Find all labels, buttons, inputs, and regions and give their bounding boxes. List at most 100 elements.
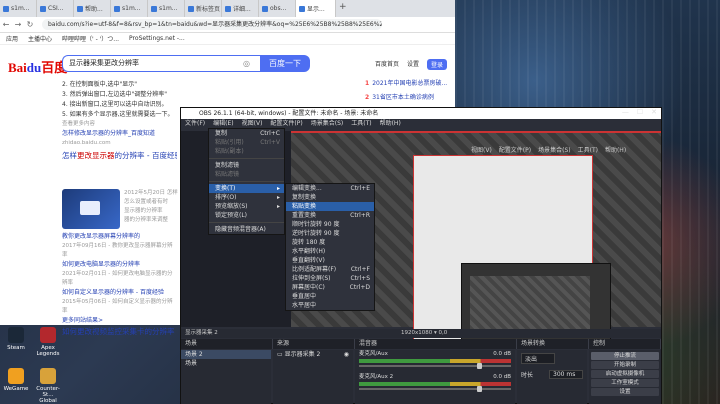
forward-icon[interactable]: → — [12, 20, 24, 29]
steam-icon — [8, 327, 24, 343]
start-recording-button[interactable]: 开始录制 — [591, 361, 659, 369]
search-input[interactable]: 显示器采集更改分辨率 — [62, 55, 260, 72]
camera-icon[interactable]: ◎ — [243, 59, 253, 68]
menu-item[interactable]: 旋转 180 度 — [286, 238, 374, 247]
visibility-icon[interactable]: ◉ — [344, 350, 353, 359]
menu-item[interactable]: 排序(O) ▸ — [209, 193, 284, 202]
result2-thumbnail[interactable] — [62, 189, 120, 229]
more-link[interactable]: 查看更多内容 — [62, 120, 177, 129]
menu-item[interactable]: 隐藏音频混音器(A) — [209, 225, 284, 234]
monitor-icon: ▭ — [277, 351, 285, 358]
menu-item[interactable]: 复制变换 — [286, 193, 374, 202]
sub-result-link[interactable]: 如何自定义显示器的分辨率 - 百度经验 — [62, 288, 177, 298]
back-icon[interactable]: ← — [0, 20, 12, 29]
desktop-icon-apex[interactable]: Apex Legends — [34, 327, 62, 357]
url-input[interactable]: baidu.com/s?ie=utf-8&f=8&rsv_bp=1&tn=bai… — [42, 19, 382, 30]
menu-item[interactable]: 逆时针旋转 90 度 — [286, 229, 374, 238]
obs-menu-item[interactable]: 工具(T) — [351, 119, 371, 129]
transition-select[interactable]: 淡出 — [521, 353, 555, 364]
browser-tab[interactable]: s1m... — [148, 0, 185, 17]
hot-item[interactable]: 2 31省区市本土确诊病例 — [365, 91, 455, 105]
menu-item[interactable]: 屏幕居中(C) Ctrl+D — [286, 283, 374, 292]
menu-item[interactable]: 比例适配屏幕(F) Ctrl+F — [286, 265, 374, 274]
source-item[interactable]: ▭ 显示器采集 2 ◉ — [273, 350, 353, 359]
scene-item[interactable]: 场景 — [181, 359, 271, 368]
settings-button[interactable]: 设置 — [591, 388, 659, 396]
browser-tab[interactable]: 详细... — [222, 0, 259, 17]
menu-item[interactable]: 重置变换 Ctrl+R — [286, 211, 374, 220]
duration-input[interactable]: 300 ms — [549, 370, 583, 379]
bookmarks-bar: 应用 主播中心 哔哩哔哩（' - '）つ... ProSettings.net -..… — [0, 33, 455, 45]
bookmark-item[interactable]: 主播中心 — [28, 34, 52, 43]
audio-mixer: 麦克风/Aux 0.0 dB 麦克风/Aux 2 0.0 dB — [355, 350, 515, 404]
more-results-link[interactable]: 更多同站结果> — [62, 316, 177, 326]
browser-tab[interactable]: 帮助... — [74, 0, 111, 17]
browser-tab[interactable]: 显示... — [296, 0, 336, 17]
bookmark-item[interactable]: 应用 — [6, 34, 18, 43]
settings-link[interactable]: 设置 — [407, 59, 419, 70]
desktop-icon-csgo[interactable]: Counter-St... Global Offe... — [34, 368, 62, 404]
browser-tab[interactable]: 新标签页 — [185, 0, 222, 17]
menu-item[interactable]: 粘贴(副本) — [209, 147, 284, 156]
maximize-icon[interactable]: ☐ — [637, 108, 643, 116]
menu-item[interactable]: 拉伸到全屏(S) Ctrl+S — [286, 274, 374, 283]
browser-tab[interactable]: obs... — [259, 0, 296, 17]
transitions-header: 场景转换 — [517, 339, 589, 349]
result3-title[interactable]: 如何更改视频监控采集卡的分辨率 — [62, 326, 177, 338]
sub-result-link[interactable]: 如何更改电脑显示器的分辨率 — [62, 260, 177, 270]
scene-item[interactable]: 场景 2 — [181, 350, 271, 359]
browser-tab[interactable]: s1m... — [0, 0, 37, 17]
menu-item[interactable]: 粘贴变换 — [286, 202, 374, 211]
menu-item[interactable]: 复制 Ctrl+C — [209, 129, 284, 138]
baidu-logo[interactable]: Baidu百度 — [8, 57, 67, 76]
menu-item[interactable]: 垂直居中 — [286, 292, 374, 301]
new-tab-icon[interactable]: + — [336, 0, 350, 17]
result1-link[interactable]: 怎样修改显示器的分辨率_百度知道 — [62, 129, 177, 139]
sub-result-link[interactable]: 教你更改显示器屏幕分辨率的 — [62, 232, 177, 242]
desktop-icon-steam[interactable]: Steam — [2, 327, 30, 351]
menu-item[interactable]: 预览缩放(S) ▸ — [209, 202, 284, 211]
virtual-camera-button[interactable]: 启动虚拟摄像机 — [591, 370, 659, 378]
selected-source-label: 显示器采集 2 — [185, 330, 218, 336]
volume-slider[interactable] — [359, 386, 511, 392]
close-icon[interactable]: ✕ — [651, 108, 657, 116]
stop-streaming-button[interactable]: 停止推流 — [591, 352, 659, 360]
volume-slider[interactable] — [359, 363, 511, 369]
favicon-icon — [299, 5, 305, 12]
hot-item[interactable]: 1 2021年中国电影总票房破... — [365, 77, 455, 91]
obs-menu-item[interactable]: 场景集合(S) — [311, 119, 344, 129]
menu-item[interactable]: 顺时针旋转 90 度 — [286, 220, 374, 229]
minimize-icon[interactable]: — — [622, 108, 629, 116]
menu-item[interactable]: 粘贴(引用) Ctrl+V — [209, 138, 284, 147]
desktop-icon-wegame[interactable]: WeGame — [2, 368, 30, 392]
step-line: 5. 如果有多个显示器,这里就需要选一下。 — [62, 111, 174, 118]
obs-menu-item[interactable]: 帮助(H) — [380, 119, 401, 129]
resolution-readout: 1920x1080 ▾ 0,0 — [401, 330, 448, 336]
browser-tab[interactable]: CSI... — [37, 0, 74, 17]
login-button[interactable]: 登录 — [427, 59, 448, 70]
bookmark-item[interactable]: ProSettings.net -... — [129, 35, 185, 42]
menu-item[interactable]: 粘贴滤镜 — [209, 170, 284, 179]
result2-title[interactable]: 怎样更改显示器的分辨率 - 百度经验 — [62, 150, 177, 162]
obs-menu-item[interactable]: 文件(F) — [185, 119, 205, 129]
menu-item[interactable]: 编辑变换... Ctrl+E — [286, 184, 374, 193]
search-button[interactable]: 百度一下 — [260, 55, 310, 72]
reload-icon[interactable]: ↻ — [24, 20, 36, 29]
baidu-home-link[interactable]: 百度首页 — [375, 59, 399, 70]
favicon-icon — [40, 5, 46, 12]
browser-tab[interactable]: s1m... — [111, 0, 148, 17]
menu-item[interactable]: 水平翻转(H) — [286, 247, 374, 256]
sources-header: 来源 — [273, 339, 355, 349]
studio-mode-button[interactable]: 工作室模式 — [591, 379, 659, 387]
menu-item[interactable]: 复制滤镜 — [209, 161, 284, 170]
scenes-header: 场景 — [181, 339, 273, 349]
mixer-header: 混音器 — [355, 339, 517, 349]
bookmark-item[interactable]: 哔哩哔哩（' - '）つ... — [62, 34, 119, 43]
menu-item[interactable]: 水平居中 — [286, 301, 374, 310]
transform-submenu: 编辑变换... Ctrl+E 复制变换 粘贴变换 重置变换 Ctrl+R 顺时针旋转 90 … — [285, 183, 375, 311]
menu-item[interactable]: 锁定预览(L) — [209, 211, 284, 220]
csgo-icon — [40, 368, 56, 384]
menu-item[interactable]: 垂直翻转(V) — [286, 256, 374, 265]
nested-menu-item: 场景集合(S) — [538, 147, 571, 154]
menu-item[interactable]: 变换(T) ▸ — [209, 184, 284, 193]
